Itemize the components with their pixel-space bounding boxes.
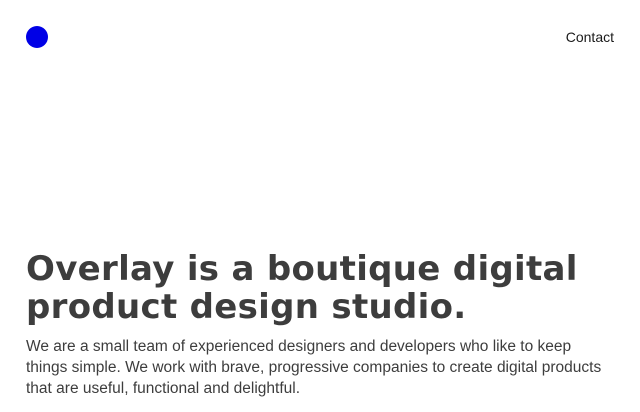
contact-nav-link[interactable]: Contact xyxy=(566,29,614,45)
hero-section: Overlay is a boutique digital product de… xyxy=(26,250,626,399)
hero-description: We are a small team of experienced desig… xyxy=(26,338,602,397)
hero-title: Overlay is a boutique digital product de… xyxy=(26,249,578,327)
circle-logo-icon[interactable] xyxy=(26,26,48,48)
